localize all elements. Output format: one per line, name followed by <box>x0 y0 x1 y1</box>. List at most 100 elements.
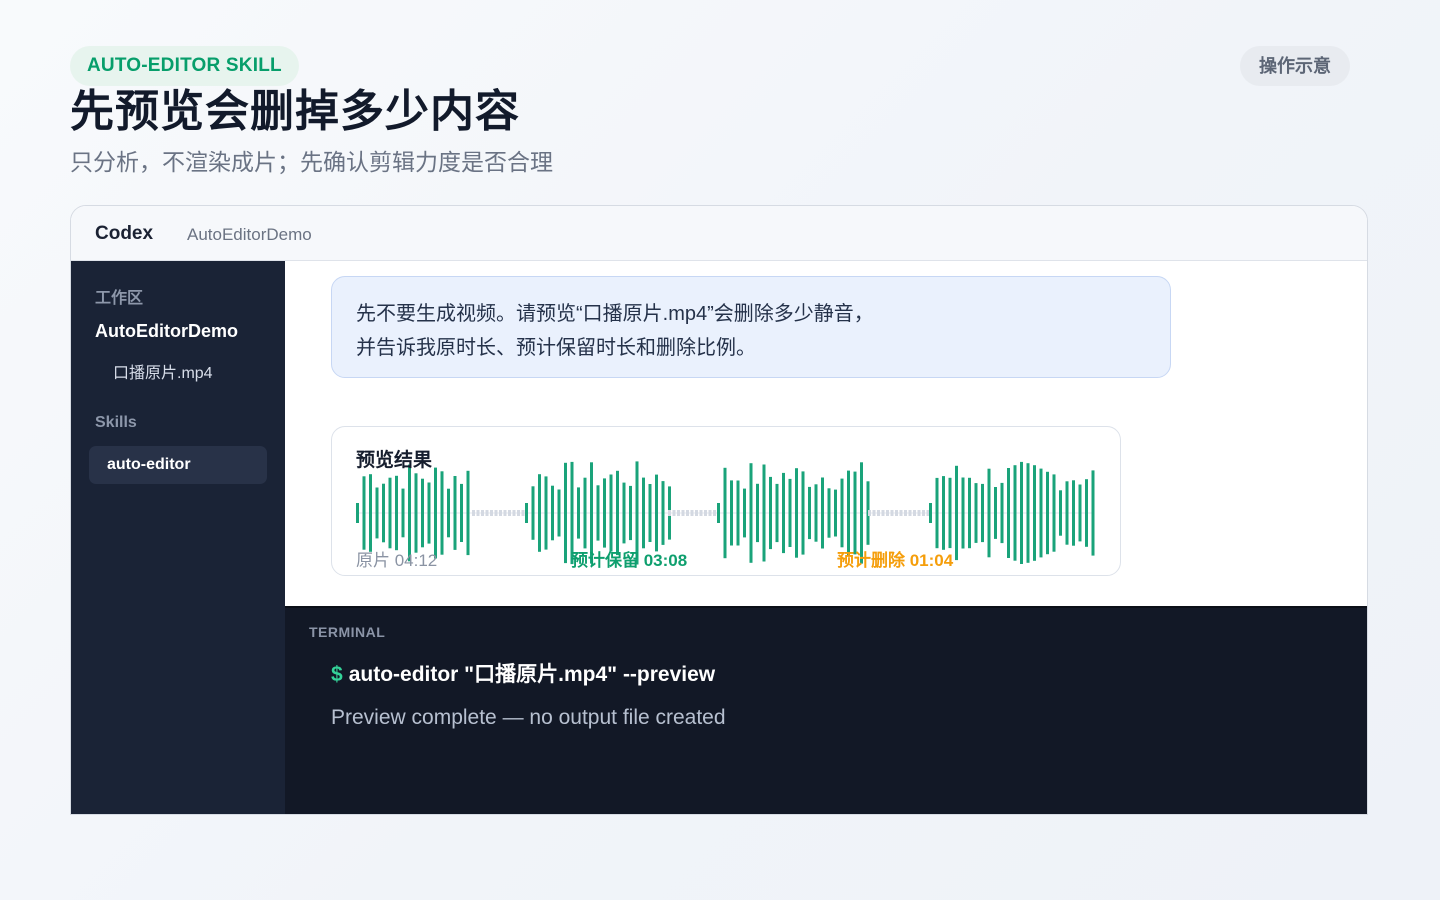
kept-wave-bar <box>782 472 785 554</box>
kept-wave-bar <box>1013 465 1017 561</box>
kept-wave-bar <box>616 470 619 556</box>
kept-wave-bar <box>853 471 857 555</box>
silent-wave-bar <box>681 510 685 516</box>
silent-wave-bar <box>499 510 502 516</box>
kept-wave-bar <box>1078 484 1082 542</box>
kept-wave-bar <box>538 474 541 552</box>
kept-wave-bar <box>775 483 779 543</box>
kept-wave-bar <box>756 483 759 543</box>
kept-wave-bar <box>1091 470 1095 556</box>
sidebar: 工作区 AutoEditorDemo 口播原片.mp4 Skills auto-… <box>71 261 285 814</box>
kept-wave-bar <box>1085 479 1088 547</box>
kept-wave-bar <box>577 487 580 539</box>
original-duration: 原片 04:12 <box>356 551 438 570</box>
kept-wave-bar <box>1039 468 1043 558</box>
kept-wave-bar <box>362 476 366 550</box>
deleted-duration: 预计删除 01:04 <box>837 551 954 570</box>
silent-wave-bar <box>503 510 507 516</box>
app-window: Codex AutoEditorDemo 工作区 AutoEditorDemo … <box>70 205 1368 815</box>
silent-wave-bar <box>490 510 493 516</box>
kept-wave-bar <box>795 468 798 558</box>
silent-wave-bar <box>690 510 694 516</box>
kept-duration: 预计保留 03:08 <box>571 551 688 570</box>
kept-wave-bar <box>723 467 727 559</box>
sidebar-item-project[interactable]: AutoEditorDemo <box>95 321 238 342</box>
silent-wave-bar <box>508 510 511 516</box>
kept-wave-bar <box>603 478 606 548</box>
silent-wave-bar <box>899 510 903 516</box>
kept-wave-bar <box>434 467 437 559</box>
kept-wave-bar <box>356 503 359 523</box>
kept-wave-bar <box>942 476 945 550</box>
kept-wave-bar <box>955 465 958 561</box>
demo-badge: 操作示意 <box>1240 46 1350 86</box>
terminal-command: $ auto-editor "口播原片.mp4" --preview <box>331 658 715 688</box>
kept-wave-bar <box>375 487 379 539</box>
silent-wave-bar <box>686 510 689 516</box>
silent-wave-bar <box>895 510 898 516</box>
terminal-panel: TERMINAL $ auto-editor "口播原片.mp4" --previ… <box>285 606 1367 814</box>
sidebar-item-file[interactable]: 口播原片.mp4 <box>113 359 213 383</box>
silent-wave-bar <box>481 510 484 516</box>
sidebar-item-auto-editor[interactable]: auto-editor <box>89 446 267 484</box>
kept-wave-bar <box>395 475 398 551</box>
kept-wave-bar <box>642 477 645 549</box>
kept-wave-bar <box>1007 468 1010 558</box>
kept-wave-bar <box>1020 461 1023 564</box>
kept-wave-bar <box>1059 490 1062 536</box>
kept-wave-bar <box>661 481 665 545</box>
silent-wave-bar <box>668 510 671 516</box>
kept-wave-bar <box>994 487 997 539</box>
kept-wave-bar <box>1026 463 1030 563</box>
silent-wave-bar <box>872 510 876 516</box>
kept-wave-bar <box>717 503 720 523</box>
kept-wave-bar <box>369 474 372 552</box>
kept-wave-bar <box>629 485 632 541</box>
silent-wave-bar <box>472 510 475 516</box>
kept-wave-bar <box>929 503 932 523</box>
silent-wave-bar <box>881 510 885 516</box>
project-name[interactable]: AutoEditorDemo <box>187 206 312 264</box>
silent-wave-bar <box>904 510 907 516</box>
skill-badge: AUTO-EDITOR SKILL <box>70 46 299 86</box>
page-subtitle: 只分析，不渲染成片；先确认剪辑力度是否合理 <box>70 149 553 175</box>
silent-wave-bar <box>494 510 498 516</box>
silent-wave-bar <box>485 510 489 516</box>
kept-wave-bar <box>1000 482 1004 544</box>
kept-wave-bar <box>987 468 991 558</box>
kept-wave-bar <box>401 488 405 538</box>
kept-wave-bar <box>551 485 554 541</box>
silent-wave-bar <box>517 510 520 516</box>
kept-wave-bar <box>948 477 952 549</box>
kept-wave-bar <box>453 476 457 550</box>
kept-wave-bar <box>981 483 984 543</box>
kept-wave-bar <box>557 489 561 537</box>
silent-wave-bar <box>913 510 916 516</box>
kept-wave-bar <box>382 483 385 543</box>
kept-wave-bar <box>1065 481 1069 545</box>
kept-wave-bar <box>801 471 805 555</box>
kept-wave-bar <box>769 476 772 550</box>
kept-wave-bar <box>821 477 824 549</box>
prompt-symbol: $ <box>331 663 343 686</box>
user-prompt-bubble: 先不要生成视频。请预览“口播原片.mp4”会删除多少静音， 并告诉我原时长、预计… <box>331 276 1171 378</box>
kept-wave-bar <box>827 488 831 538</box>
kept-wave-bar <box>1052 474 1056 552</box>
kept-wave-bar <box>440 471 444 555</box>
kept-wave-bar <box>974 483 978 543</box>
silent-wave-bar <box>677 510 680 516</box>
silent-wave-bar <box>704 510 707 516</box>
kept-wave-bar <box>531 486 535 540</box>
silent-wave-bar <box>708 510 712 516</box>
silent-wave-bar <box>908 510 912 516</box>
kept-wave-bar <box>1046 471 1049 555</box>
kept-wave-bar <box>743 488 746 538</box>
kept-wave-bar <box>762 464 766 562</box>
kept-wave-bar <box>596 485 600 541</box>
kept-wave-bar <box>564 462 567 564</box>
kept-wave-bar <box>736 480 740 546</box>
prompt-line-1: 先不要生成视频。请预览“口播原片.mp4”会删除多少静音， <box>356 303 874 325</box>
prompt-line-2: 并告诉我原时长、预计保留时长和删除比例。 <box>356 337 756 359</box>
kept-wave-bar <box>655 474 658 552</box>
kept-wave-bar <box>840 478 844 548</box>
